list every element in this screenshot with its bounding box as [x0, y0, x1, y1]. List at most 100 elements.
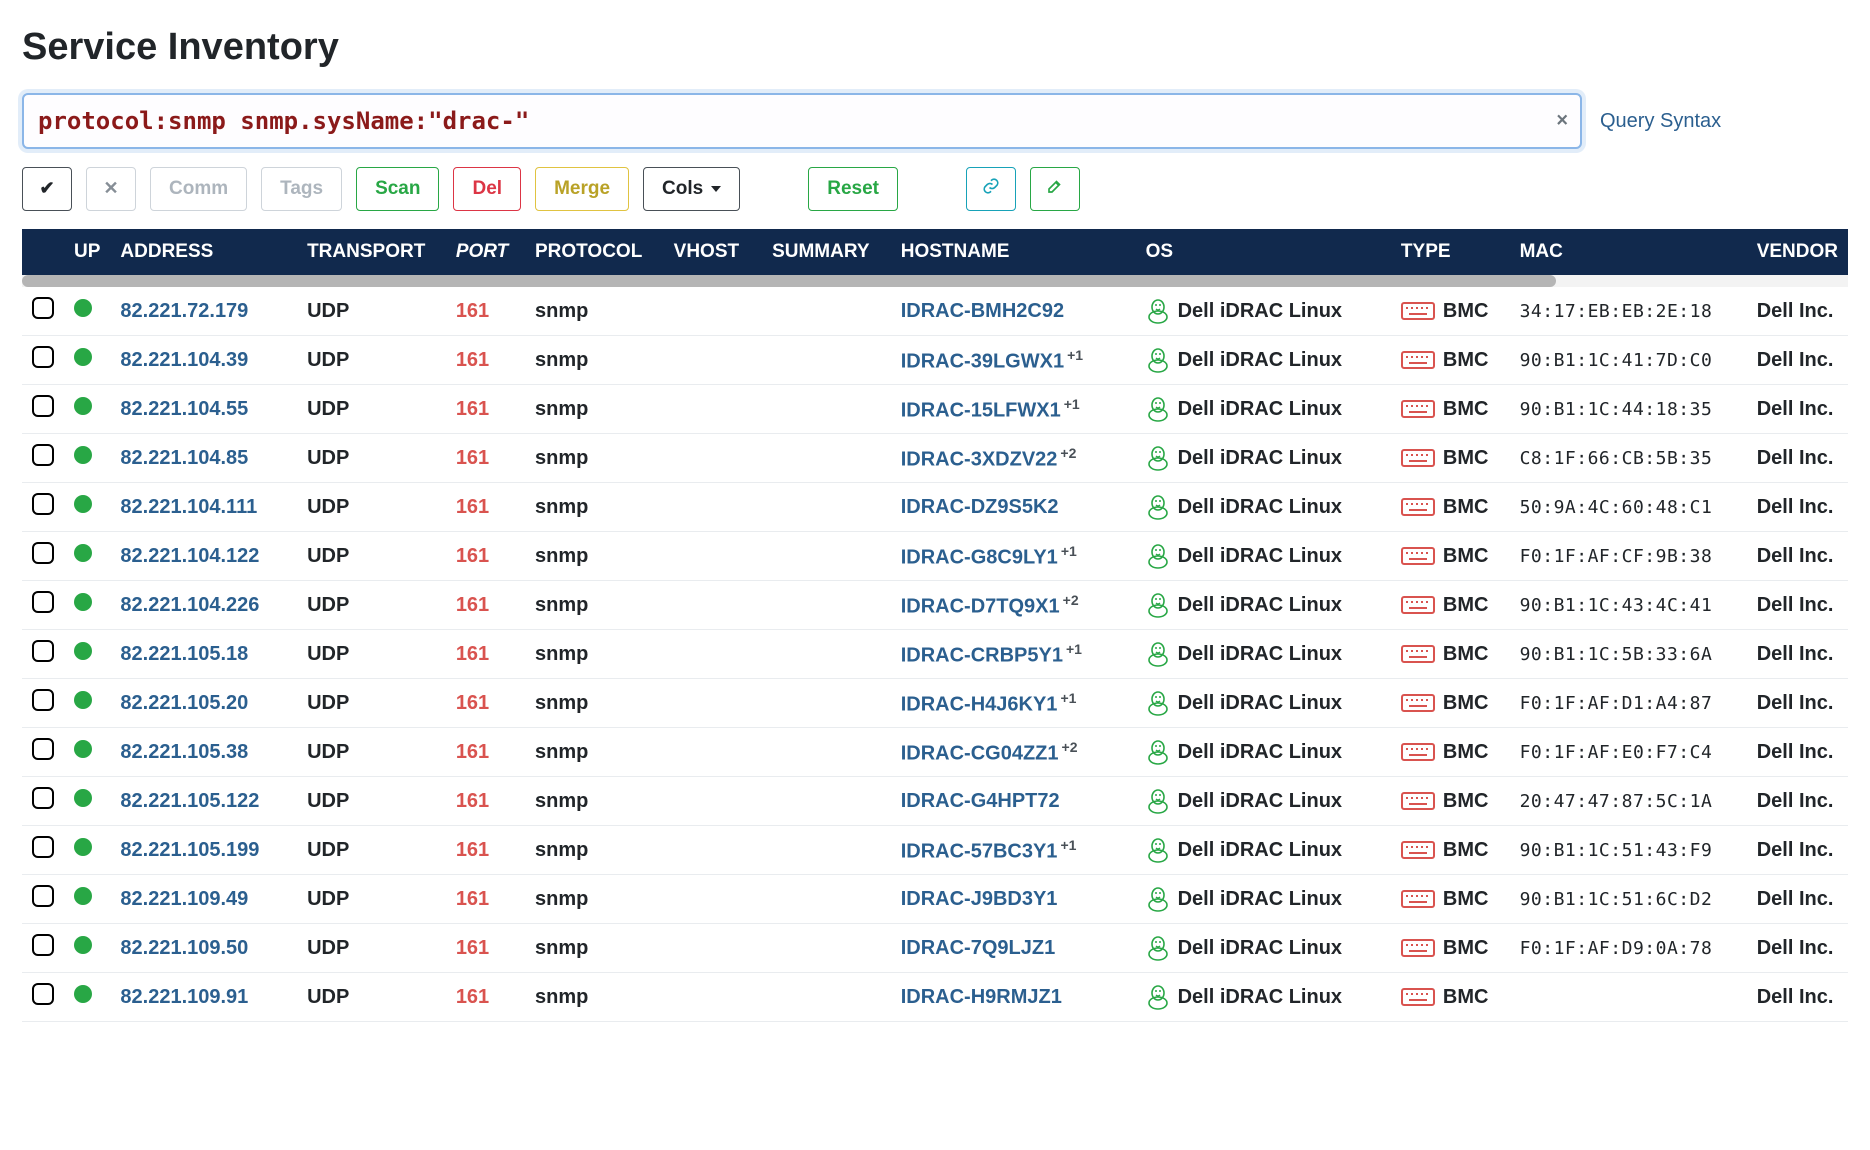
edit-button[interactable] [1030, 167, 1080, 211]
row-checkbox[interactable] [32, 885, 54, 907]
address-link[interactable]: 82.221.105.199 [120, 839, 259, 861]
type-label: BMC [1443, 398, 1489, 421]
tags-button[interactable]: Tags [261, 167, 342, 211]
hostname-link[interactable]: IDRAC-J9BD3Y1 [901, 888, 1058, 910]
type-label: BMC [1443, 790, 1489, 813]
protocol-cell: snmp [525, 483, 664, 532]
col-checkbox[interactable] [22, 229, 64, 275]
row-checkbox[interactable] [32, 493, 54, 515]
cancel-button[interactable] [86, 167, 136, 211]
row-checkbox[interactable] [32, 787, 54, 809]
summary-cell [762, 483, 891, 532]
hostname-link[interactable]: IDRAC-H4J6KY1 [901, 693, 1058, 715]
hostname-link[interactable]: IDRAC-DZ9S5K2 [901, 496, 1059, 518]
hostname-link[interactable]: IDRAC-15LFWX1 [901, 399, 1061, 421]
row-checkbox[interactable] [32, 395, 54, 417]
page-title: Service Inventory [22, 26, 1848, 69]
hostname-link[interactable]: IDRAC-H9RMJZ1 [901, 986, 1062, 1008]
col-os[interactable]: OS [1136, 229, 1391, 275]
del-button[interactable]: Del [453, 167, 521, 211]
col-port[interactable]: PORT [446, 229, 525, 275]
type-label: BMC [1443, 839, 1489, 862]
os-label: Dell iDRAC Linux [1178, 986, 1342, 1009]
summary-cell [762, 924, 891, 973]
hostname-link[interactable]: IDRAC-57BC3Y1 [901, 840, 1058, 862]
row-checkbox[interactable] [32, 934, 54, 956]
address-link[interactable]: 82.221.104.122 [120, 545, 259, 567]
link-button[interactable] [966, 167, 1016, 211]
col-vhost[interactable]: VHOST [664, 229, 762, 275]
hostname-link[interactable]: IDRAC-D7TQ9X1 [901, 595, 1060, 617]
row-checkbox[interactable] [32, 640, 54, 662]
row-checkbox[interactable] [32, 444, 54, 466]
transport-cell: UDP [297, 336, 446, 385]
transport-cell: UDP [297, 385, 446, 434]
reset-button[interactable]: Reset [808, 167, 898, 211]
address-link[interactable]: 82.221.104.39 [120, 349, 248, 371]
summary-cell [762, 973, 891, 1022]
os-cell: Dell iDRAC Linux [1146, 640, 1381, 668]
address-link[interactable]: 82.221.109.49 [120, 888, 248, 910]
address-link[interactable]: 82.221.109.50 [120, 937, 248, 959]
hostname-link[interactable]: IDRAC-BMH2C92 [901, 300, 1064, 322]
vendor-cell: Dell Inc. [1747, 287, 1848, 336]
os-label: Dell iDRAC Linux [1178, 741, 1342, 764]
os-cell: Dell iDRAC Linux [1146, 346, 1381, 374]
query-syntax-link[interactable]: Query Syntax [1600, 110, 1721, 133]
hostname-link[interactable]: IDRAC-39LGWX1 [901, 350, 1064, 372]
address-link[interactable]: 82.221.72.179 [120, 300, 248, 322]
col-transport[interactable]: TRANSPORT [297, 229, 446, 275]
address-link[interactable]: 82.221.105.122 [120, 790, 259, 812]
row-checkbox[interactable] [32, 591, 54, 613]
row-checkbox[interactable] [32, 738, 54, 760]
col-vendor[interactable]: VENDOR [1747, 229, 1848, 275]
hostname-link[interactable]: IDRAC-G4HPT72 [901, 790, 1060, 812]
linux-icon [1146, 738, 1170, 766]
address-link[interactable]: 82.221.104.85 [120, 447, 248, 469]
address-link[interactable]: 82.221.105.18 [120, 643, 248, 665]
hostname-link[interactable]: IDRAC-3XDZV22 [901, 448, 1058, 470]
row-checkbox[interactable] [32, 346, 54, 368]
type-label: BMC [1443, 545, 1489, 568]
col-protocol[interactable]: PROTOCOL [525, 229, 664, 275]
col-type[interactable]: TYPE [1391, 229, 1510, 275]
type-cell: BMC [1401, 986, 1500, 1009]
hostname-link[interactable]: IDRAC-CG04ZZ1 [901, 742, 1059, 764]
vendor-cell: Dell Inc. [1747, 336, 1848, 385]
address-link[interactable]: 82.221.109.91 [120, 986, 248, 1008]
linux-icon [1146, 444, 1170, 472]
horizontal-scrollbar[interactable] [22, 275, 1848, 287]
row-checkbox[interactable] [32, 689, 54, 711]
row-checkbox[interactable] [32, 542, 54, 564]
apply-button[interactable] [22, 167, 72, 211]
keyboard-icon [1401, 790, 1435, 812]
col-mac[interactable]: MAC [1510, 229, 1747, 275]
hostname-link[interactable]: IDRAC-CRBP5Y1 [901, 644, 1063, 666]
clear-search-icon[interactable]: × [1556, 110, 1568, 133]
address-link[interactable]: 82.221.104.111 [120, 496, 257, 518]
comm-button[interactable]: Comm [150, 167, 247, 211]
address-link[interactable]: 82.221.105.38 [120, 741, 248, 763]
vhost-cell [664, 924, 762, 973]
hostname-link[interactable]: IDRAC-G8C9LY1 [901, 546, 1058, 568]
row-checkbox[interactable] [32, 836, 54, 858]
linux-icon [1146, 346, 1170, 374]
scan-button[interactable]: Scan [356, 167, 439, 211]
type-label: BMC [1443, 888, 1489, 911]
col-summary[interactable]: SUMMARY [762, 229, 891, 275]
row-checkbox[interactable] [32, 983, 54, 1005]
hostname-link[interactable]: IDRAC-7Q9LJZ1 [901, 937, 1055, 959]
col-address[interactable]: ADDRESS [110, 229, 297, 275]
row-checkbox[interactable] [32, 297, 54, 319]
table-row: 82.221.104.111UDP161snmpIDRAC-DZ9S5K2Del… [22, 483, 1848, 532]
search-input[interactable] [24, 95, 1580, 147]
address-link[interactable]: 82.221.104.55 [120, 398, 248, 420]
col-hostname[interactable]: HOSTNAME [891, 229, 1136, 275]
mac-cell: 90:B1:1C:51:6C:D2 [1510, 875, 1747, 924]
cols-dropdown[interactable]: Cols [643, 167, 740, 211]
col-up[interactable]: UP [64, 229, 110, 275]
merge-button[interactable]: Merge [535, 167, 629, 211]
address-link[interactable]: 82.221.105.20 [120, 692, 248, 714]
address-link[interactable]: 82.221.104.226 [120, 594, 259, 616]
table-row: 82.221.104.55UDP161snmpIDRAC-15LFWX1+1De… [22, 385, 1848, 434]
